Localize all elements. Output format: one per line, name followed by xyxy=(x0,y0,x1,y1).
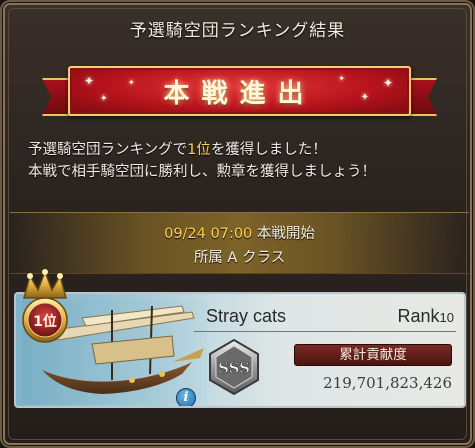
sparkle-icon: ✦ xyxy=(100,94,108,104)
crew-rank: Rank10 xyxy=(398,306,455,327)
crown-rank-text: 1位 xyxy=(33,313,57,330)
ribbon-body: 本戦進出 ✦ ✦ ✦ ✦ ✦ ✦ xyxy=(68,66,411,116)
class-label: 所属 A クラス xyxy=(193,250,286,266)
advance-banner: 本戦進出 ✦ ✦ ✦ ✦ ✦ ✦ xyxy=(42,64,437,120)
grade-text: SSS xyxy=(218,359,250,377)
crew-name: Stray cats xyxy=(206,306,287,326)
contribution-label: 累計貢献度 xyxy=(294,344,452,366)
message-line-2: 本戦で相手騎空団に勝利し、勲章を獲得しましょう！ xyxy=(28,164,376,180)
contribution-value: 219,701,823,426 xyxy=(323,374,452,392)
rank-label: Rank xyxy=(397,306,440,326)
rank-crown-icon: 1位 xyxy=(22,269,68,343)
crew-card[interactable]: Stray cats Rank10 SSS 累計貢献度 219,701,823,… xyxy=(14,292,466,408)
sparkle-icon: ✦ xyxy=(128,78,135,87)
schedule-date: 09/24 07:00 xyxy=(164,226,253,242)
sparkle-icon: ✦ xyxy=(338,74,345,83)
info-icon[interactable]: i xyxy=(176,388,196,406)
sparkle-icon: ✦ xyxy=(360,92,369,103)
sparkle-icon: ✦ xyxy=(84,74,95,88)
schedule-line: 09/24 07:00 本戦開始 xyxy=(10,222,469,243)
rank-value: 10 xyxy=(439,310,454,325)
ranking-result-dialog: 予選騎空団ランキング結果 本戦進出 ✦ ✦ ✦ ✦ ✦ ✦ 予選騎空団ランキング… xyxy=(0,0,475,448)
rank-highlight: 1位 xyxy=(187,142,211,158)
schedule-event: 本戦開始 xyxy=(252,226,315,242)
crew-name-bar: Stray cats Rank10 xyxy=(194,302,456,332)
dialog-title: 予選騎空団ランキング結果 xyxy=(129,21,346,41)
banner-text: 本戦進出 xyxy=(163,78,316,109)
message-text: を獲得しました！ xyxy=(210,142,327,158)
message-line-1: 予選騎空団ランキングで1位を獲得しました！ xyxy=(28,139,458,161)
sparkle-icon: ✦ xyxy=(382,76,393,90)
grade-badge-icon: SSS xyxy=(209,338,259,396)
result-message: 予選騎空団ランキングで1位を獲得しました！ 本戦で相手騎空団に勝利し、勲章を獲得… xyxy=(28,139,458,183)
schedule-strip: 09/24 07:00 本戦開始 所属 A クラス xyxy=(10,212,469,274)
message-text: 予選騎空団ランキングで xyxy=(28,142,188,158)
